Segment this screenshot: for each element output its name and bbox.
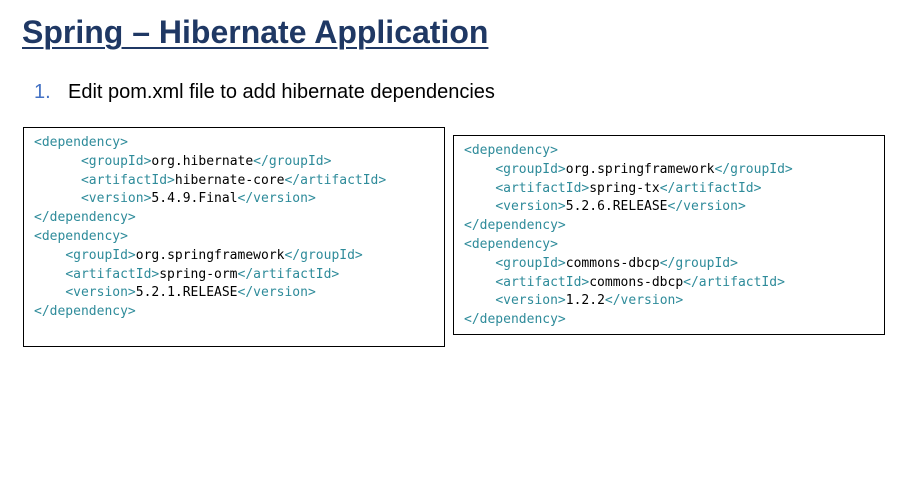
xml-tag: </version> (604, 293, 684, 309)
code-line: </dependency> (464, 217, 884, 236)
xml-value: spring-orm (159, 266, 238, 282)
code-line: </dependency> (34, 209, 444, 228)
code-block-tx-dbcp: <dependency> <groupId>org.springframewor… (453, 135, 885, 335)
code-line: <groupId>commons-dbcp</groupId> (464, 255, 884, 274)
code-line: <dependency> (464, 142, 884, 161)
xml-tag: </dependency> (34, 210, 136, 226)
code-line: <groupId>org.springframework</groupId> (34, 247, 444, 266)
xml-value: org.springframework (135, 247, 285, 263)
xml-tag: <artifactId> (495, 274, 590, 290)
code-line: <artifactId>hibernate-core</artifactId> (34, 172, 444, 191)
code-line: <version>5.4.9.Final</version> (34, 190, 444, 209)
xml-value: 5.4.9.Final (151, 191, 238, 207)
xml-value: org.springframework (565, 161, 715, 177)
xml-tag: </version> (237, 191, 316, 207)
xml-tag: <artifactId> (80, 172, 175, 188)
xml-value: hibernate-core (174, 172, 285, 188)
code-line: <groupId>org.hibernate</groupId> (34, 153, 444, 172)
xml-tag: <groupId> (495, 161, 566, 177)
xml-tag: </groupId> (714, 161, 793, 177)
xml-value: spring-tx (589, 180, 660, 196)
xml-tag: </artifactId> (683, 274, 785, 290)
xml-tag: <artifactId> (65, 266, 160, 282)
code-block-hibernate-orm: <dependency> <groupId>org.hibernate</gro… (23, 127, 445, 347)
xml-tag: <version> (80, 191, 152, 207)
xml-tag: <dependency> (34, 228, 128, 244)
xml-tag: </artifactId> (237, 266, 340, 282)
xml-tag: </version> (237, 285, 316, 301)
slide-title: Spring – Hibernate Application (22, 14, 489, 50)
code-line: <dependency> (34, 228, 444, 247)
xml-tag: <version> (65, 285, 136, 301)
xml-value: commons-dbcp (565, 255, 660, 271)
code-line: <artifactId>spring-orm</artifactId> (34, 266, 444, 285)
code-line: <artifactId>commons-dbcp</artifactId> (464, 274, 884, 293)
xml-tag: <groupId> (65, 247, 136, 263)
xml-value: org.hibernate (151, 153, 254, 169)
xml-tag: </groupId> (284, 247, 363, 263)
xml-tag: <version> (495, 293, 566, 309)
xml-tag: <dependency> (464, 143, 558, 158)
xml-tag: </groupId> (253, 153, 332, 169)
xml-tag: <artifactId> (495, 180, 590, 196)
xml-tag: </version> (667, 199, 746, 215)
xml-tag: </dependency> (464, 312, 566, 328)
xml-tag: <dependency> (34, 135, 128, 150)
xml-tag: </artifactId> (284, 172, 387, 188)
xml-tag: <groupId> (80, 153, 152, 169)
code-line: <dependency> (464, 236, 884, 255)
step-text: Edit pom.xml file to add hibernate depen… (68, 81, 495, 103)
xml-tag: <dependency> (464, 236, 558, 252)
xml-value: 1.2.2 (565, 293, 605, 309)
step-item: 1. Edit pom.xml file to add hibernate dep… (34, 80, 495, 104)
code-line: <version>5.2.1.RELEASE</version> (34, 284, 444, 303)
code-line: </dependency> (34, 303, 444, 322)
code-line: <groupId>org.springframework</groupId> (464, 161, 884, 180)
code-line: <version>5.2.6.RELEASE</version> (464, 198, 884, 217)
xml-value: 5.2.1.RELEASE (135, 285, 238, 301)
step-number: 1. (34, 81, 51, 103)
code-line: <dependency> (34, 134, 444, 153)
xml-tag: <version> (495, 199, 566, 215)
code-line: <artifactId>spring-tx</artifactId> (464, 180, 884, 199)
xml-tag: </groupId> (659, 255, 738, 271)
code-line: <version>1.2.2</version> (464, 292, 884, 311)
xml-tag: </dependency> (34, 304, 136, 320)
xml-tag: <groupId> (495, 255, 566, 271)
xml-value: 5.2.6.RELEASE (565, 199, 668, 215)
xml-tag: </dependency> (464, 218, 566, 234)
xml-tag: </artifactId> (659, 180, 762, 196)
xml-value: commons-dbcp (589, 274, 684, 290)
code-line: </dependency> (464, 311, 884, 330)
